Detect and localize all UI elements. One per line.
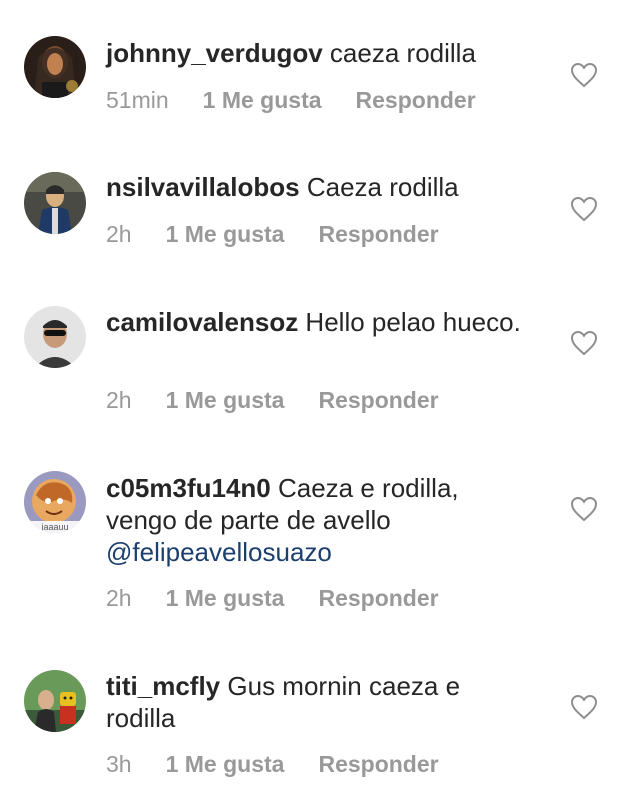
comment-meta: 2h 1 Me gusta Responder — [106, 386, 439, 414]
comment-meta: 2h 1 Me gusta Responder — [106, 584, 439, 612]
comment-meta: 51min 1 Me gusta Responder — [106, 86, 476, 114]
reply-button[interactable]: Responder — [318, 386, 438, 414]
avatar[interactable] — [24, 172, 86, 234]
comment-text: c05m3fu14n0 Caeza e rodilla, vengo de pa… — [106, 472, 526, 568]
avatar[interactable] — [24, 36, 86, 98]
avatar[interactable] — [24, 670, 86, 732]
comment-username[interactable]: c05m3fu14n0 — [106, 473, 271, 503]
comment-text: camilovalensoz Hello pelao hueco. — [106, 306, 526, 338]
avatar[interactable]: jaaauu — [24, 471, 86, 533]
comment-timestamp: 2h — [106, 585, 132, 611]
comment-text: nsilvavillalobos Caeza rodilla — [106, 171, 526, 203]
mention-link[interactable]: @felipeavellosuazo — [106, 537, 332, 567]
comment-likes-link[interactable]: 1 Me gusta — [166, 750, 285, 778]
heart-icon[interactable] — [570, 62, 598, 88]
comment-timestamp: 51min — [106, 87, 169, 113]
heart-icon[interactable] — [570, 196, 598, 222]
comment-likes-link[interactable]: 1 Me gusta — [166, 584, 285, 612]
comment-likes-link[interactable]: 1 Me gusta — [166, 220, 285, 248]
comment-timestamp: 2h — [106, 387, 132, 413]
comment-username[interactable]: titi_mcfly — [106, 671, 220, 701]
comment-text: johnny_verdugov caeza rodilla — [106, 37, 526, 69]
comment-likes-link[interactable]: 1 Me gusta — [203, 86, 322, 114]
comment-username[interactable]: camilovalensoz — [106, 307, 298, 337]
comment-meta: 2h 1 Me gusta Responder — [106, 220, 439, 248]
heart-icon[interactable] — [570, 330, 598, 356]
reply-button[interactable]: Responder — [356, 86, 476, 114]
reply-button[interactable]: Responder — [318, 220, 438, 248]
reply-button[interactable]: Responder — [318, 750, 438, 778]
comment-timestamp: 2h — [106, 221, 132, 247]
comment-username[interactable]: nsilvavillalobos — [106, 172, 300, 202]
heart-icon[interactable] — [570, 496, 598, 522]
avatar[interactable] — [24, 306, 86, 368]
reply-button[interactable]: Responder — [318, 584, 438, 612]
comment-message: Caeza rodilla — [299, 172, 459, 202]
comment-meta: 3h 1 Me gusta Responder — [106, 750, 439, 778]
comment-timestamp: 3h — [106, 751, 132, 777]
comment-message: caeza rodilla — [322, 38, 476, 68]
comment-text: titi_mcfly Gus mornin caeza e rodilla — [106, 670, 526, 734]
comment-message: Hello pelao hueco. — [298, 307, 521, 337]
heart-icon[interactable] — [570, 694, 598, 720]
comment-username[interactable]: johnny_verdugov — [106, 38, 323, 68]
avatar-watermark-text: jaaauu — [40, 522, 68, 532]
comment-likes-link[interactable]: 1 Me gusta — [166, 386, 285, 414]
